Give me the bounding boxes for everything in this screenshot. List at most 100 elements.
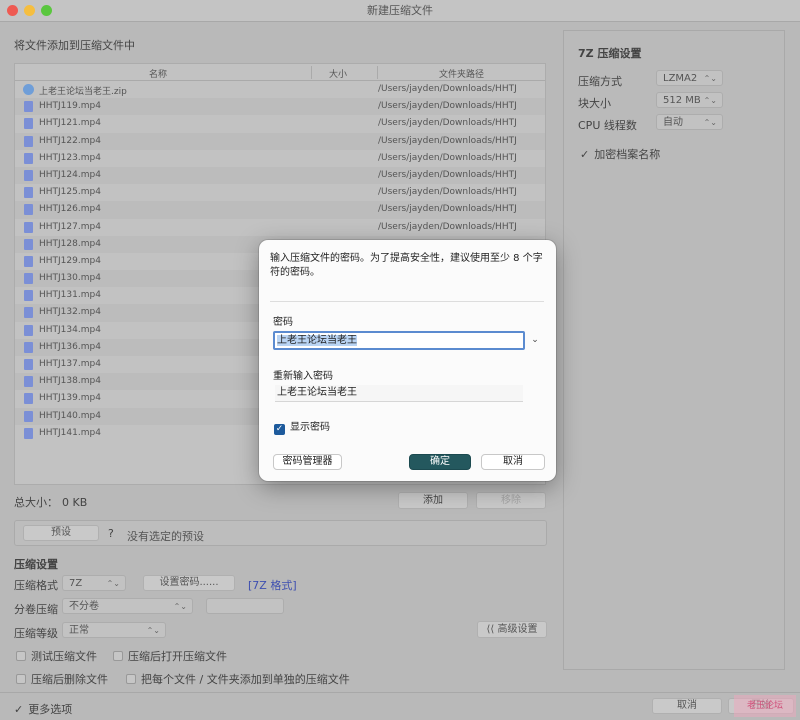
video-file-icon bbox=[24, 255, 33, 267]
video-file-icon bbox=[24, 169, 33, 181]
split-select[interactable]: 不分卷 ⌃⌄ bbox=[62, 598, 193, 614]
file-path: /Users/jayden/Downloads/HHTJ bbox=[378, 221, 517, 232]
chevron-updown-icon: ⌃⌄ bbox=[703, 118, 717, 127]
file-path: /Users/jayden/Downloads/HHTJ bbox=[378, 204, 517, 215]
column-name[interactable]: 名称 bbox=[149, 67, 167, 80]
file-name: HHTJ126.mp4 bbox=[39, 204, 101, 215]
open-after-checkbox[interactable]: 压缩后打开压缩文件 bbox=[113, 648, 227, 664]
block-size-select[interactable]: 512 MB ⌃⌄ bbox=[656, 92, 723, 108]
format-label: 压缩格式 bbox=[14, 579, 58, 592]
delete-after-checkbox[interactable]: 压缩后删除文件 bbox=[16, 671, 108, 687]
add-files-label: 将文件添加到压缩文件中 bbox=[14, 39, 135, 52]
video-file-icon bbox=[24, 221, 33, 233]
table-row[interactable]: HHTJ126.mp4/Users/jayden/Downloads/HHTJ bbox=[15, 201, 545, 219]
show-password-checkbox[interactable]: ✓ 显示密码 bbox=[274, 418, 330, 435]
table-row[interactable]: HHTJ124.mp4/Users/jayden/Downloads/HHTJ bbox=[15, 166, 545, 185]
video-file-icon bbox=[24, 427, 33, 439]
file-path: /Users/jayden/Downloads/HHTJ bbox=[378, 187, 517, 198]
remove-button[interactable]: 移除 bbox=[476, 492, 546, 509]
chevron-updown-icon: ⌃⌄ bbox=[173, 602, 187, 611]
video-file-icon bbox=[24, 324, 33, 336]
compression-section-title: 压缩设置 bbox=[14, 558, 58, 571]
file-name: HHTJ122.mp4 bbox=[39, 135, 101, 146]
preset-help-icon[interactable]: ? bbox=[108, 527, 114, 540]
checkmark-icon: ✓ bbox=[14, 703, 24, 716]
file-name: HHTJ137.mp4 bbox=[39, 359, 101, 369]
file-name: HHTJ127.mp4 bbox=[39, 221, 101, 232]
password-label: 密码 bbox=[273, 317, 293, 328]
file-name: HHTJ123.mp4 bbox=[39, 152, 101, 163]
file-name: HHTJ141.mp4 bbox=[39, 427, 101, 438]
separate-archives-checkbox[interactable]: 把每个文件 / 文件夹添加到单独的压缩文件 bbox=[126, 671, 350, 687]
close-window-button[interactable] bbox=[7, 5, 18, 16]
format-select[interactable]: 7Z ⌃⌄ bbox=[62, 575, 126, 591]
cpu-threads-select[interactable]: 自动 ⌃⌄ bbox=[656, 114, 723, 130]
video-file-icon bbox=[24, 118, 33, 130]
password-dialog: 输入压缩文件的密码。为了提高安全性，建议使用至少 8 个字符的密码。 密码 上老… bbox=[259, 240, 556, 481]
set-password-button[interactable]: 设置密码...... bbox=[143, 575, 235, 591]
file-name: HHTJ124.mp4 bbox=[39, 169, 101, 180]
chevron-updown-icon: ⌃⌄ bbox=[146, 626, 160, 635]
zoom-window-button[interactable] bbox=[41, 5, 52, 16]
method-select[interactable]: LZMA2 ⌃⌄ bbox=[656, 70, 723, 86]
7z-settings-title: 7Z 压缩设置 bbox=[578, 47, 642, 60]
method-label: 压缩方式 bbox=[578, 75, 622, 88]
block-size-label: 块大小 bbox=[578, 97, 611, 110]
minimize-window-button[interactable] bbox=[24, 5, 35, 16]
format-link[interactable]: [7Z 格式] bbox=[248, 577, 297, 593]
file-name: HHTJ140.mp4 bbox=[39, 410, 101, 421]
video-file-icon bbox=[24, 307, 33, 319]
password-manager-button[interactable]: 密码管理器 bbox=[273, 454, 342, 470]
table-row[interactable]: HHTJ123.mp4/Users/jayden/Downloads/HHTJ bbox=[15, 150, 545, 167]
table-row[interactable]: HHTJ122.mp4/Users/jayden/Downloads/HHTJ bbox=[15, 132, 545, 150]
cancel-button[interactable]: 取消 bbox=[652, 698, 722, 714]
encrypt-names-checkbox[interactable]: ✓ 加密档案名称 bbox=[580, 146, 660, 162]
checkbox-checked-icon: ✓ bbox=[274, 424, 285, 435]
split-size-input[interactable] bbox=[206, 598, 284, 614]
file-name: HHTJ121.mp4 bbox=[39, 118, 101, 129]
more-options-toggle[interactable]: ✓ 更多选项 bbox=[14, 701, 72, 717]
preset-button[interactable]: 预设 bbox=[23, 525, 99, 541]
video-file-icon bbox=[24, 101, 33, 113]
zip-file-icon bbox=[23, 84, 34, 95]
preset-status: 没有选定的预设 bbox=[127, 530, 204, 543]
dialog-message: 输入压缩文件的密码。为了提高安全性，建议使用至少 8 个字符的密码。 bbox=[270, 253, 543, 278]
reenter-password-label: 重新输入密码 bbox=[273, 371, 333, 382]
password-input[interactable]: 上老王论坛当老王 bbox=[273, 331, 525, 350]
table-row[interactable]: HHTJ121.mp4/Users/jayden/Downloads/HHTJ bbox=[15, 115, 545, 132]
file-path: /Users/jayden/Downloads/HHTJ bbox=[378, 152, 517, 163]
reenter-password-input[interactable]: 上老王论坛当老王 bbox=[275, 385, 523, 402]
video-file-icon bbox=[24, 187, 33, 199]
add-button[interactable]: 添加 bbox=[398, 492, 468, 509]
video-file-icon bbox=[24, 359, 33, 370]
dialog-cancel-button[interactable]: 取消 bbox=[481, 454, 545, 470]
advanced-settings-button[interactable]: ⟨⟨ 高级设置 bbox=[477, 621, 547, 638]
column-size[interactable]: 大小 bbox=[329, 67, 347, 80]
file-path: /Users/jayden/Downloads/HHTJ bbox=[378, 169, 517, 180]
file-name: HHTJ128.mp4 bbox=[39, 238, 101, 249]
table-row[interactable]: 上老王论坛当老王.zip/Users/jayden/Downloads/HHTJ bbox=[15, 81, 545, 98]
table-row[interactable]: HHTJ125.mp4/Users/jayden/Downloads/HHTJ bbox=[15, 184, 545, 201]
file-name: HHTJ132.mp4 bbox=[39, 307, 101, 318]
table-header: 名称 大小 文件夹路径 bbox=[15, 64, 545, 81]
file-path: /Users/jayden/Downloads/HHTJ bbox=[378, 118, 517, 129]
window-title: 新建压缩文件 bbox=[367, 4, 433, 17]
video-file-icon bbox=[24, 135, 33, 147]
video-file-icon bbox=[24, 341, 33, 353]
chevron-updown-icon: ⌃⌄ bbox=[106, 579, 120, 588]
split-label: 分卷压缩 bbox=[14, 603, 58, 616]
table-row[interactable]: HHTJ119.mp4/Users/jayden/Downloads/HHTJ bbox=[15, 98, 545, 116]
chevron-down-icon[interactable]: ⌄ bbox=[528, 332, 542, 348]
ok-button[interactable]: 确定 bbox=[409, 454, 471, 470]
column-path[interactable]: 文件夹路径 bbox=[439, 67, 484, 80]
video-file-icon bbox=[24, 152, 33, 164]
file-name: HHTJ134.mp4 bbox=[39, 324, 101, 335]
level-select[interactable]: 正常 ⌃⌄ bbox=[62, 622, 166, 638]
video-file-icon bbox=[24, 238, 33, 250]
video-file-icon bbox=[24, 393, 33, 405]
file-name: HHTJ131.mp4 bbox=[39, 290, 101, 301]
window-titlebar: 新建压缩文件 bbox=[0, 0, 800, 22]
test-archive-checkbox[interactable]: 测试压缩文件 bbox=[16, 648, 97, 664]
file-name: HHTJ138.mp4 bbox=[39, 376, 101, 387]
table-row[interactable]: HHTJ127.mp4/Users/jayden/Downloads/HHTJ bbox=[15, 219, 545, 236]
